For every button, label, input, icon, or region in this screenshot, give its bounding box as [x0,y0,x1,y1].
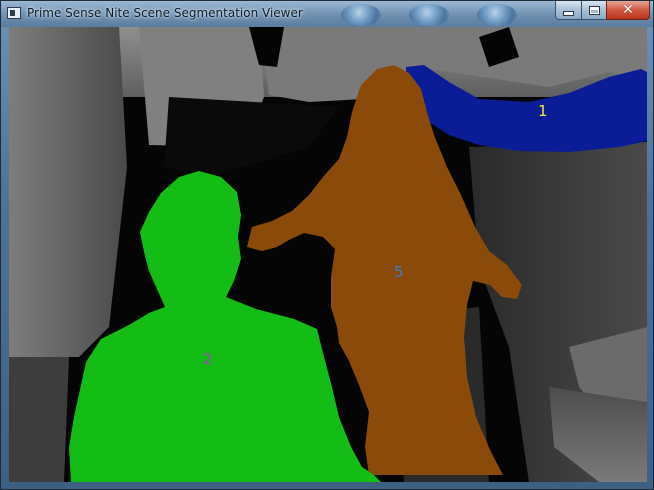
app-window-icon[interactable] [7,7,21,19]
maximize-icon [588,5,600,15]
user-1-label: 1 [538,102,548,120]
app-window: Prime Sense Nite Scene Segmentation View… [0,0,654,490]
taskbar-orb-icon [409,4,449,26]
depth-scene [9,27,647,482]
close-icon: ✕ [622,2,634,18]
segmentation-viewport[interactable]: 1 2 5 [9,27,647,482]
depth-left-floor [9,357,69,482]
minimize-button[interactable] [555,1,582,20]
maximize-button[interactable] [581,1,607,20]
close-button[interactable]: ✕ [606,1,650,20]
user-2-label: 2 [203,350,213,368]
taskbar-orb-icon [477,4,517,26]
user-5-label: 5 [394,263,404,281]
minimize-icon [563,10,574,16]
depth-left-wall [9,27,127,357]
taskbar-orb-icon [341,4,381,26]
title-bar[interactable]: Prime Sense Nite Scene Segmentation View… [1,1,653,27]
window-title: Prime Sense Nite Scene Segmentation View… [27,6,303,20]
